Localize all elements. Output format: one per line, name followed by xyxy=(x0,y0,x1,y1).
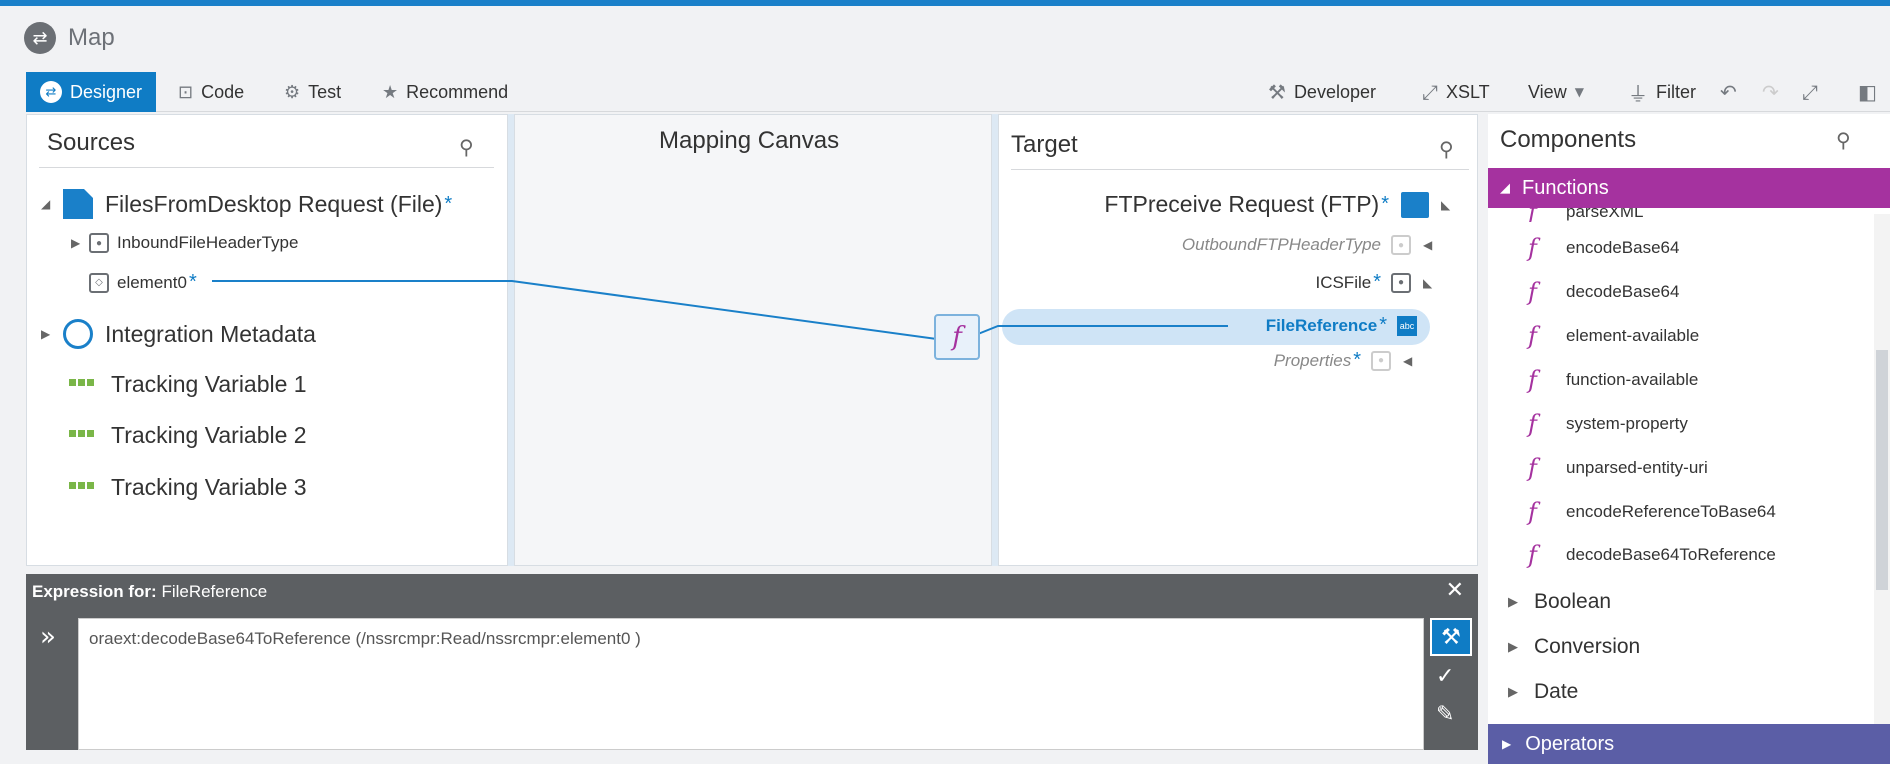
tools-icon[interactable]: ⚒ xyxy=(1430,618,1472,656)
function-icon: f xyxy=(1528,278,1537,306)
function-icon: f xyxy=(1528,454,1537,482)
function-label: unparsed-entity-uri xyxy=(1566,458,1708,477)
eraser-icon[interactable]: ✎ xyxy=(1436,702,1454,727)
category-label: Boolean xyxy=(1534,590,1612,613)
function-item[interactable]: f function-available xyxy=(1528,366,1698,394)
expand-editor-icon[interactable]: » xyxy=(40,622,56,652)
components-title: Components xyxy=(1500,126,1637,153)
operators-category[interactable]: ▶ Operators xyxy=(1488,724,1890,764)
function-label: system-property xyxy=(1566,414,1688,433)
category-conversion[interactable]: ▶ Conversion xyxy=(1508,635,1640,659)
expand-icon: ▶ xyxy=(1508,639,1518,655)
function-label: element-available xyxy=(1566,326,1700,345)
function-icon: f xyxy=(1528,410,1537,438)
function-item[interactable]: f decodeBase64ToReference xyxy=(1528,541,1776,569)
splitter[interactable] xyxy=(1480,114,1488,754)
function-item[interactable]: f unparsed-entity-uri xyxy=(1528,454,1708,482)
function-item[interactable]: f parseXML xyxy=(1528,208,1643,222)
components-panel: Components ⚲ ◢ Functions f parseXML f enco… xyxy=(1488,114,1890,764)
function-item[interactable]: f system-property xyxy=(1528,410,1688,438)
function-item[interactable]: f encodeBase64 xyxy=(1528,234,1679,262)
function-label: function-available xyxy=(1566,370,1699,389)
function-icon: f xyxy=(1528,366,1537,394)
function-icon: f xyxy=(1528,541,1537,569)
function-label: encodeBase64 xyxy=(1566,238,1680,257)
operators-label: Operators xyxy=(1525,732,1615,755)
check-icon[interactable]: ✓ xyxy=(1436,664,1454,689)
function-icon: f xyxy=(1528,322,1537,350)
function-node[interactable]: f xyxy=(934,314,980,360)
functions-label: Functions xyxy=(1522,176,1609,199)
function-label: decodeBase64 xyxy=(1566,282,1680,301)
mapping-line-out xyxy=(967,325,1228,339)
function-icon: f xyxy=(1528,234,1537,262)
search-icon[interactable]: ⚲ xyxy=(1836,128,1851,152)
expression-header: Expression for: FileReference xyxy=(32,582,267,602)
expression-field: FileReference xyxy=(161,582,268,601)
function-label: encodeReferenceToBase64 xyxy=(1566,502,1776,521)
function-icon: f xyxy=(1528,498,1537,526)
category-label: Date xyxy=(1534,680,1579,703)
expand-icon: ▶ xyxy=(1502,737,1512,751)
function-label: parseXML xyxy=(1566,208,1644,221)
function-item[interactable]: f element-available xyxy=(1528,322,1699,350)
close-icon[interactable]: ✕ xyxy=(1446,578,1464,603)
partial-function-row: f parseXML xyxy=(1488,208,1874,222)
function-item[interactable]: f decodeBase64 xyxy=(1528,278,1679,306)
function-item[interactable]: f encodeReferenceToBase64 xyxy=(1528,498,1776,526)
expand-icon: ▶ xyxy=(1508,594,1518,610)
scrollbar-thumb[interactable] xyxy=(1876,350,1888,590)
collapse-icon: ◢ xyxy=(1500,180,1510,196)
expression-label: Expression for: xyxy=(32,582,157,601)
expression-editor: Expression for: FileReference ✕ » oraext… xyxy=(26,574,1478,750)
category-label: Conversion xyxy=(1534,635,1641,658)
expand-icon: ▶ xyxy=(1508,684,1518,700)
function-label: decodeBase64ToReference xyxy=(1566,545,1776,564)
category-date[interactable]: ▶ Date xyxy=(1508,680,1578,704)
expression-input[interactable]: oraext:decodeBase64ToReference (/nssrcmp… xyxy=(78,618,1424,750)
scrollbar[interactable] xyxy=(1874,214,1890,724)
functions-category[interactable]: ◢ Functions xyxy=(1488,168,1890,208)
category-boolean[interactable]: ▶ Boolean xyxy=(1508,590,1611,614)
mapping-line-in xyxy=(212,280,945,341)
function-icon: f xyxy=(1528,208,1537,222)
